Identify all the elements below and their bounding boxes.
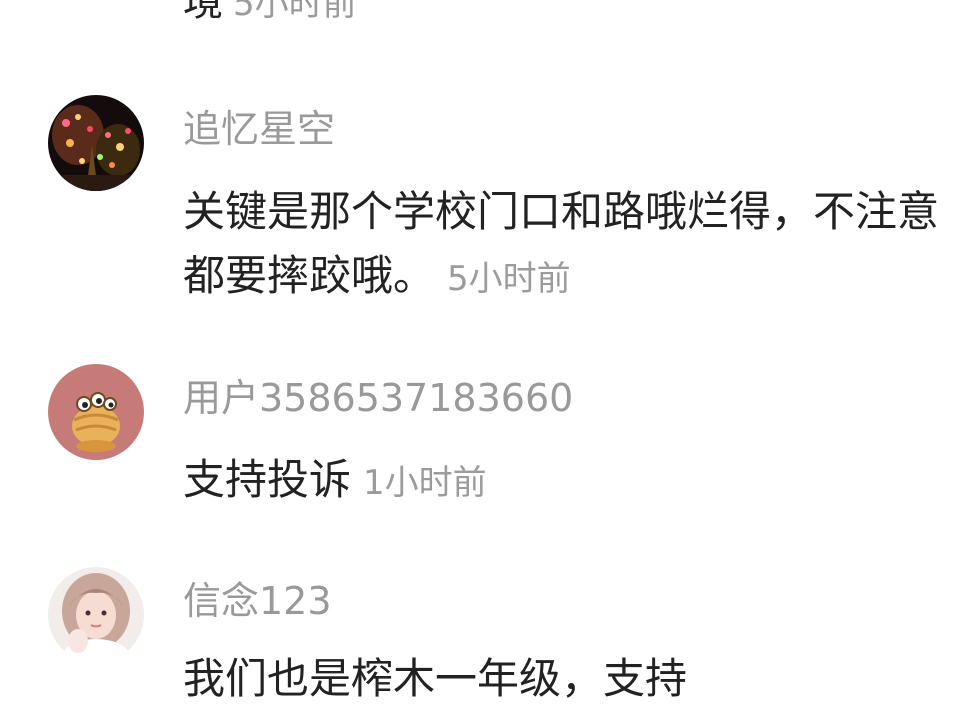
comment-text: 支持投诉 <box>183 455 352 504</box>
previous-comment-tail: 境 5小时前 <box>183 0 357 28</box>
comment-time: 1小时前 <box>363 463 487 503</box>
comment-list-page: 境 5小时前 追忆星空 关键是那个学校门口和路哦烂得，不注意都要摔跤哦。 5小时… <box>0 0 974 721</box>
comment-text-block: 我们也是榨木一年级，支持 <box>183 647 943 711</box>
avatar[interactable] <box>48 95 144 191</box>
comment-username[interactable]: 信念123 <box>183 578 332 624</box>
comment-username[interactable]: 追忆星空 <box>183 106 335 152</box>
cartoon-snail-avatar-icon <box>48 364 144 460</box>
comment-text-block: 关键是那个学校门口和路哦烂得，不注意都要摔跤哦。 5小时前 <box>183 180 943 311</box>
girl-photo-avatar-icon <box>48 567 144 663</box>
comment-username[interactable]: 用户3586537183660 <box>183 375 573 421</box>
comment-time: 5小时前 <box>447 259 571 299</box>
night-tree-lights-avatar-icon <box>48 95 144 191</box>
previous-comment-text: 境 <box>183 0 223 25</box>
comment-time: 5小时前 <box>233 0 357 24</box>
comment-text-block: 支持投诉 1小时前 <box>183 448 943 515</box>
comment-text: 我们也是榨木一年级，支持 <box>183 654 688 703</box>
avatar[interactable] <box>48 567 144 663</box>
avatar[interactable] <box>48 364 144 460</box>
